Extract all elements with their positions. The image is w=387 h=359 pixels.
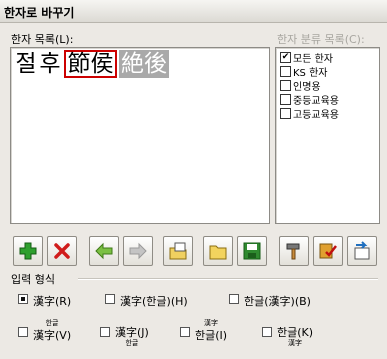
save-icon bbox=[243, 242, 261, 260]
checkbox-icon bbox=[18, 327, 28, 337]
option-ruby-i[interactable]: 漢字 한글(I) bbox=[180, 320, 250, 344]
dictionary-icon bbox=[169, 242, 187, 260]
hanja-candidate-selected[interactable]: 絶後 bbox=[119, 50, 169, 78]
group-divider bbox=[78, 278, 378, 280]
checkbox-icon bbox=[100, 327, 110, 337]
save-button[interactable] bbox=[237, 236, 267, 266]
dictionary-edit-button[interactable] bbox=[313, 236, 343, 266]
checkbox-checked-icon: ✔ bbox=[280, 52, 291, 63]
option-ruby-j[interactable]: 漢字(J) 한글 bbox=[100, 324, 170, 347]
tools-button[interactable] bbox=[279, 236, 309, 266]
window-title: 한자로 바꾸기 bbox=[4, 6, 75, 20]
title-bar: 한자로 바꾸기 bbox=[0, 0, 387, 23]
hanja-list[interactable]: 절 후 節侯 絶後 bbox=[10, 47, 270, 224]
checkbox-icon bbox=[280, 94, 291, 105]
book-check-icon bbox=[319, 243, 337, 259]
register-button[interactable] bbox=[347, 236, 377, 266]
delete-button[interactable] bbox=[47, 236, 77, 266]
next-button[interactable] bbox=[123, 236, 153, 266]
register-icon bbox=[354, 241, 370, 260]
checkbox-icon bbox=[280, 108, 291, 119]
option-ruby-v[interactable]: 한글 漢字(V) bbox=[18, 320, 88, 344]
category-list-label: 한자 분류 목록(C): bbox=[277, 33, 365, 46]
hanja-glyph-2: 侯 bbox=[90, 51, 114, 77]
checkbox-icon bbox=[180, 327, 190, 337]
hanja-glyph-1: 節 bbox=[67, 51, 91, 77]
arrow-left-icon bbox=[95, 242, 113, 260]
hammer-icon bbox=[286, 243, 300, 260]
input-format-label: 입력 형식 bbox=[11, 273, 55, 286]
previous-button[interactable] bbox=[89, 236, 119, 266]
hanja-glyph-3: 絶 bbox=[121, 51, 144, 77]
open-folder-button[interactable] bbox=[203, 236, 233, 266]
plus-icon bbox=[19, 242, 37, 260]
hanja-glyph-4: 後 bbox=[144, 51, 167, 77]
checkbox-icon bbox=[280, 80, 291, 91]
add-button[interactable] bbox=[13, 236, 43, 266]
checkbox-icon bbox=[229, 294, 239, 304]
arrow-right-icon bbox=[129, 242, 147, 260]
checkbox-icon bbox=[280, 66, 291, 77]
folder-icon bbox=[209, 245, 227, 260]
close-icon bbox=[54, 243, 70, 259]
hangul-glyph-1: 절 bbox=[15, 51, 37, 77]
open-dictionary-button[interactable] bbox=[163, 236, 193, 266]
checkbox-icon bbox=[262, 327, 272, 337]
hanja-candidate-current[interactable]: 節侯 bbox=[64, 50, 117, 78]
checkbox-icon bbox=[105, 294, 115, 304]
checkbox-checked-icon bbox=[18, 294, 28, 304]
option-ruby-k[interactable]: 한글(K) 漢字 bbox=[262, 324, 332, 347]
hangul-glyph-2: 후 bbox=[39, 51, 61, 77]
hanja-list-label: 한자 목록(L): bbox=[11, 33, 74, 46]
category-list[interactable]: ✔ 모든 한자 KS 한자 인명용 중등교육용 고등교육용 bbox=[275, 47, 380, 224]
